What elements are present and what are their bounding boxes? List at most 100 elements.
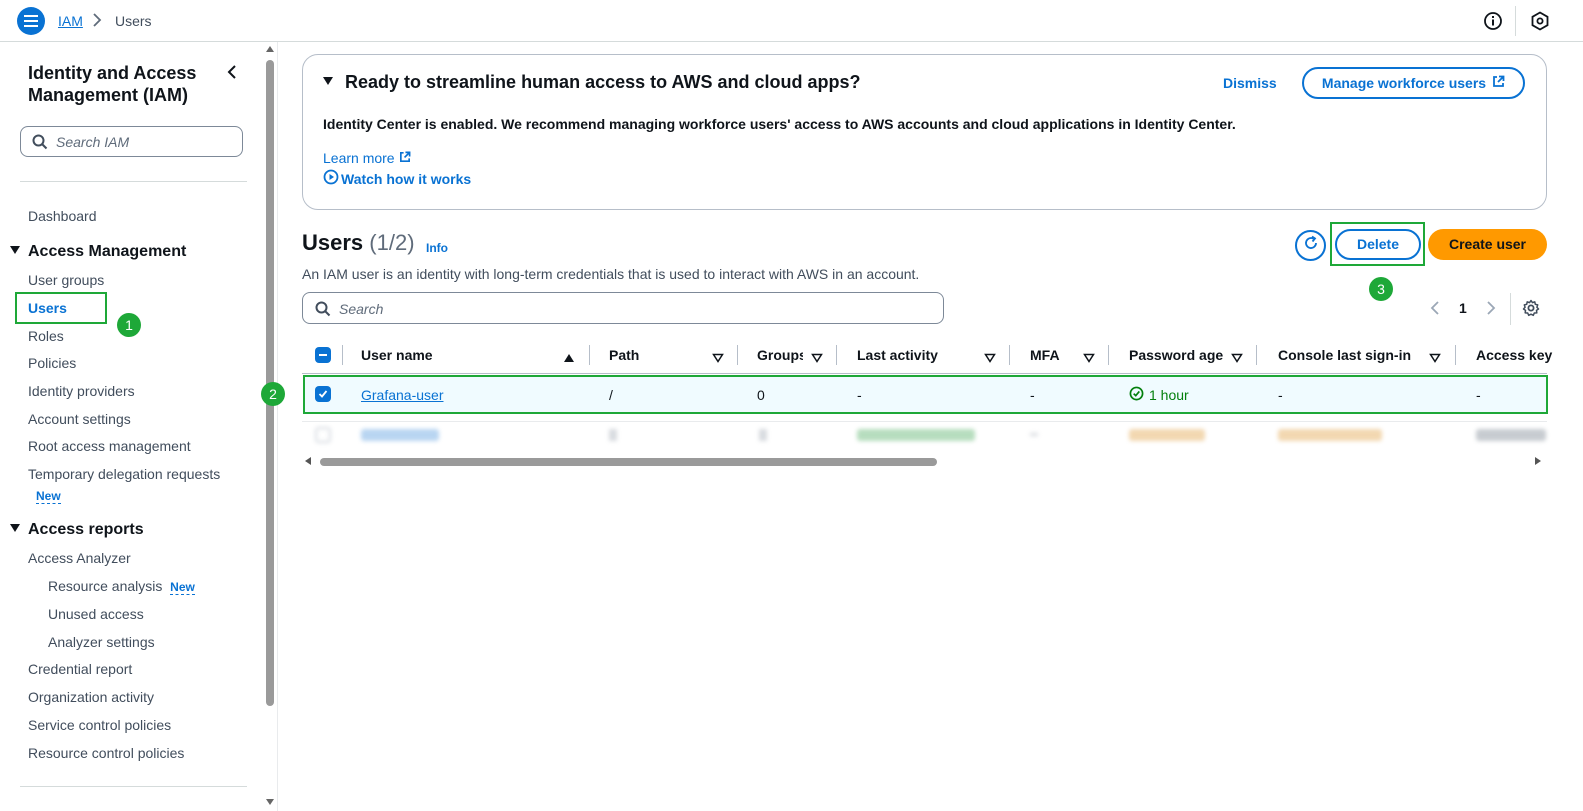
- sidebar-scrollbar[interactable]: [262, 42, 278, 811]
- users-title-text: Users: [302, 230, 364, 255]
- column-divider[interactable]: [1455, 345, 1456, 365]
- sidebar-item-resource-control-policies[interactable]: Resource control policies: [28, 745, 184, 761]
- scrollbar-thumb[interactable]: [320, 458, 937, 466]
- scroll-left-arrow-icon[interactable]: [305, 457, 311, 465]
- link-label: Learn more: [323, 150, 395, 166]
- row-checkbox: [315, 427, 331, 443]
- section-label: Access Management: [28, 243, 187, 260]
- hexagon-settings-icon[interactable]: [1530, 11, 1550, 36]
- sidebar-search-input[interactable]: [56, 131, 236, 153]
- info-icon[interactable]: [1483, 11, 1503, 36]
- identity-center-banner: Ready to streamline human access to AWS …: [302, 54, 1547, 210]
- sidebar-item-organization-activity[interactable]: Organization activity: [28, 689, 154, 705]
- learn-more-link[interactable]: Learn more: [323, 150, 411, 166]
- redacted-last-activity: [857, 429, 975, 441]
- sidebar-item-credential-report[interactable]: Credential report: [28, 661, 132, 677]
- sidebar-item-root-access[interactable]: Root access management: [28, 438, 191, 454]
- scroll-down-arrow-icon[interactable]: [266, 799, 274, 805]
- sidebar-item-policies[interactable]: Policies: [28, 355, 76, 371]
- hamburger-menu-icon[interactable]: [17, 7, 45, 35]
- sidebar-item-access-analyzer[interactable]: Access Analyzer: [28, 550, 131, 566]
- chevron-left-icon[interactable]: [226, 64, 238, 85]
- table-horizontal-scrollbar[interactable]: [302, 455, 1547, 469]
- redacted-access-key: [1476, 429, 1546, 441]
- column-header-access-key[interactable]: Access key: [1476, 347, 1552, 363]
- column-header-password-age[interactable]: Password age: [1129, 347, 1223, 363]
- next-page-icon[interactable]: [1486, 300, 1496, 321]
- select-all-checkbox[interactable]: [315, 347, 331, 363]
- gear-icon[interactable]: [1522, 299, 1540, 322]
- divider: [20, 181, 247, 182]
- watch-how-it-works-link[interactable]: Watch how it works: [323, 169, 471, 188]
- divider: [1515, 6, 1516, 36]
- link-label: Watch how it works: [341, 170, 472, 187]
- sidebar-item-analyzer-settings[interactable]: Analyzer settings: [48, 634, 155, 650]
- column-header-path[interactable]: Path: [609, 347, 639, 363]
- sort-ascending-icon[interactable]: [563, 350, 575, 368]
- banner-title[interactable]: Ready to streamline human access to AWS …: [323, 72, 860, 93]
- row-divider: [302, 421, 1547, 422]
- column-header-user-name[interactable]: User name: [361, 347, 433, 363]
- sort-icon[interactable]: [712, 350, 724, 368]
- column-divider[interactable]: [589, 345, 590, 365]
- play-circle-icon: [323, 169, 339, 188]
- sort-icon[interactable]: [1083, 350, 1095, 368]
- sidebar-search[interactable]: [20, 126, 243, 157]
- new-badge: New: [170, 580, 195, 595]
- section-access-management[interactable]: Access Management: [10, 243, 186, 261]
- sidebar-item-account-settings[interactable]: Account settings: [28, 411, 131, 427]
- column-header-groups[interactable]: Groups: [757, 347, 803, 363]
- sort-icon[interactable]: [984, 350, 996, 368]
- dismiss-button[interactable]: Dismiss: [1223, 75, 1277, 91]
- column-divider[interactable]: [1108, 345, 1109, 365]
- column-header-last-activity[interactable]: Last activity: [857, 347, 938, 363]
- button-label: Manage workforce users: [1321, 75, 1487, 91]
- sidebar-item-label: Resource analysis: [48, 578, 163, 594]
- annotation-marker-3: 3: [1369, 277, 1393, 301]
- users-count: (1/2): [369, 230, 415, 255]
- column-header-console-last-sign-in[interactable]: Console last sign-in: [1278, 347, 1411, 363]
- column-divider: [342, 345, 343, 365]
- banner-body: Identity Center is enabled. We recommend…: [323, 116, 1236, 132]
- sort-icon[interactable]: [1231, 350, 1243, 368]
- annotation-highlight-delete: [1330, 222, 1425, 266]
- scroll-up-arrow-icon[interactable]: [266, 46, 274, 52]
- caret-down-icon: [323, 77, 333, 86]
- breadcrumb-iam[interactable]: IAM: [58, 13, 83, 29]
- sidebar-title: Identity and Access Management (IAM): [28, 63, 197, 105]
- sidebar-item-resource-analysis[interactable]: Resource analysis New: [48, 578, 195, 595]
- divider: [20, 786, 247, 787]
- column-divider[interactable]: [836, 345, 837, 365]
- column-divider[interactable]: [1256, 345, 1257, 365]
- annotation-highlight-row: [303, 375, 1548, 414]
- refresh-button[interactable]: [1295, 230, 1326, 261]
- sidebar-item-temporary-delegation[interactable]: Temporary delegation requests: [28, 466, 220, 482]
- column-divider[interactable]: [1009, 345, 1010, 365]
- table-header-divider: [302, 373, 1547, 374]
- sidebar-item-user-groups[interactable]: User groups: [28, 272, 104, 288]
- scroll-right-arrow-icon[interactable]: [1535, 457, 1541, 465]
- sort-icon[interactable]: [811, 350, 823, 368]
- new-badge: New: [36, 489, 61, 504]
- annotation-marker-2: 2: [261, 382, 285, 406]
- chevron-right-icon: [92, 12, 102, 33]
- page-number[interactable]: 1: [1459, 300, 1467, 316]
- section-access-reports[interactable]: Access reports: [10, 521, 144, 539]
- manage-workforce-users-button[interactable]: Manage workforce users: [1302, 67, 1525, 99]
- sidebar-item-identity-providers[interactable]: Identity providers: [28, 383, 135, 399]
- sidebar-item-roles[interactable]: Roles: [28, 328, 64, 344]
- previous-page-icon[interactable]: [1430, 300, 1440, 321]
- sidebar-item-service-control-policies[interactable]: Service control policies: [28, 717, 171, 733]
- column-header-mfa[interactable]: MFA: [1030, 347, 1060, 363]
- info-link[interactable]: Info: [426, 241, 448, 255]
- column-divider[interactable]: [737, 345, 738, 365]
- side-navigation: Identity and Access Management (IAM) Das…: [0, 42, 262, 811]
- sort-icon[interactable]: [1429, 350, 1441, 368]
- users-search-input[interactable]: [339, 298, 929, 320]
- redacted-groups: [759, 429, 767, 441]
- users-search[interactable]: [302, 292, 944, 324]
- annotation-marker-1: 1: [117, 313, 141, 337]
- sidebar-item-unused-access[interactable]: Unused access: [48, 606, 144, 622]
- sidebar-item-dashboard[interactable]: Dashboard: [28, 208, 97, 224]
- create-user-button[interactable]: Create user: [1428, 229, 1547, 260]
